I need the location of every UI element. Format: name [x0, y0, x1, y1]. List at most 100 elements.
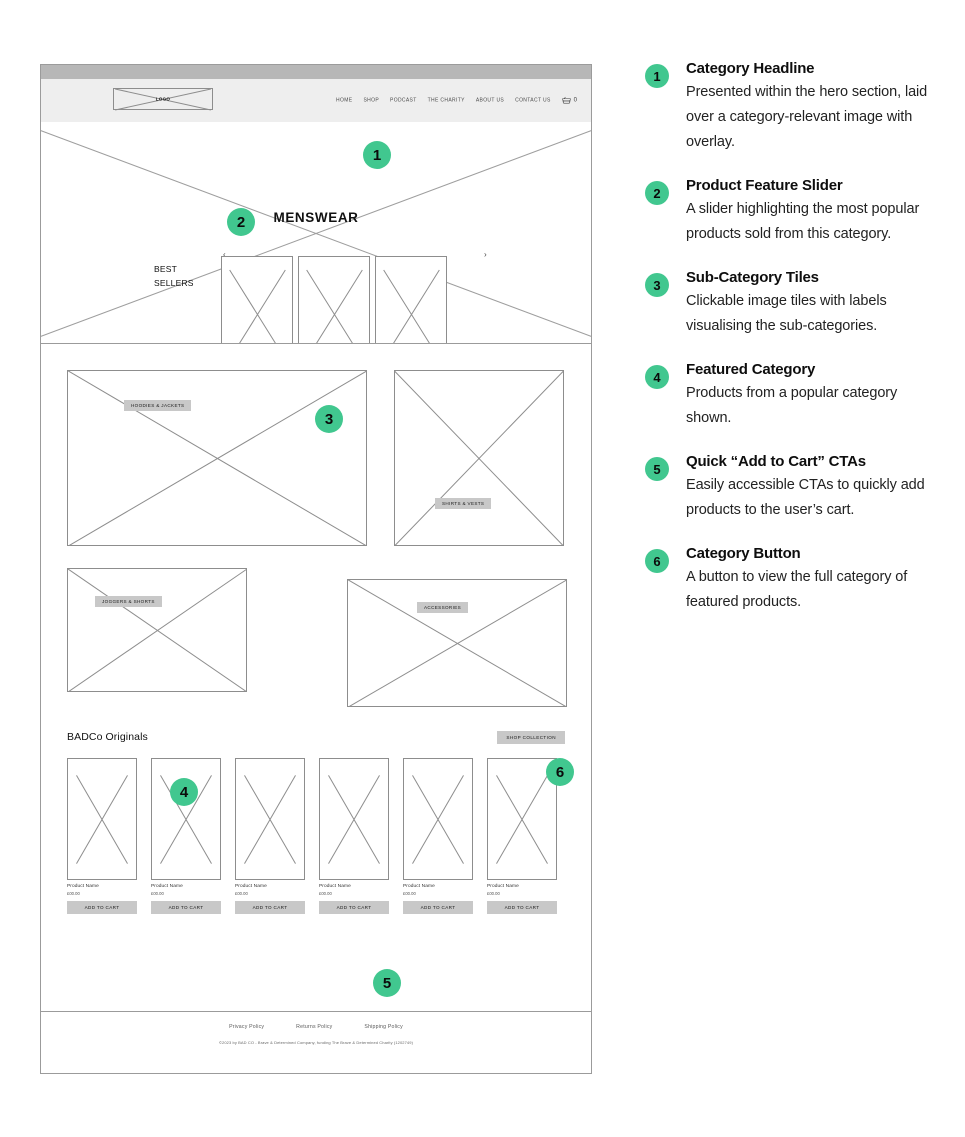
shopping-cart-icon [561, 96, 571, 104]
annotation-body-4: Products from a popular category shown. [686, 385, 898, 426]
annotation-title-5: Quick “Add to Cart” CTAs [686, 453, 866, 470]
slider-product-card[interactable]: Product Name £00.00 [298, 256, 370, 343]
product-price: £00.00 [67, 891, 80, 896]
annotation-body-1: Presented within the hero section, laid … [686, 84, 928, 150]
tile-image-placeholder [347, 579, 567, 707]
tile-label: HOODIES & JACKETS [124, 400, 192, 411]
category-headline: MENSWEAR [273, 210, 359, 225]
product-image-placeholder [375, 256, 447, 343]
tile-image-placeholder [67, 568, 247, 692]
annotation-title-3: Sub-Category Tiles [686, 269, 819, 286]
featured-product-card[interactable]: Product Name £00.00 ADD TO CART [67, 758, 137, 914]
nav-item-the-charity[interactable]: THE CHARITY [428, 98, 465, 104]
add-to-cart-button[interactable]: ADD TO CART [319, 901, 389, 914]
product-image-placeholder [319, 758, 389, 880]
callout-badge-2: 2 [227, 208, 255, 236]
product-image-placeholder [298, 256, 370, 343]
footer-link-returns-policy[interactable]: Returns Policy [296, 1024, 332, 1030]
product-price: £00.00 [235, 891, 248, 896]
annotation-body-5: Easily accessible CTAs to quickly add pr… [686, 477, 925, 518]
product-image-placeholder [235, 758, 305, 880]
nav-item-podcast[interactable]: PODCAST [390, 98, 417, 104]
annotation-item-3: 3 Sub-Category Tiles Clickable image til… [640, 269, 940, 339]
product-name: Product Name [67, 884, 99, 889]
product-image-placeholder [221, 256, 293, 343]
tile-image-placeholder [394, 370, 564, 546]
annotation-badge-5: 5 [645, 457, 669, 481]
featured-category-section: BADCo Originals SHOP COLLECTION Product … [41, 704, 591, 914]
annotation-title-4: Featured Category [686, 361, 816, 378]
product-name: Product Name [487, 884, 519, 889]
featured-product-card[interactable]: Product Name £00.00 ADD TO CART [487, 758, 557, 914]
annotation-item-6: 6 Category Button A button to view the f… [640, 545, 940, 615]
product-name: Product Name [403, 884, 435, 889]
featured-product-grid: Product Name £00.00 ADD TO CART Product … [67, 758, 565, 914]
product-image-placeholder [67, 758, 137, 880]
add-to-cart-button[interactable]: ADD TO CART [235, 901, 305, 914]
annotation-list: 1 Category Headline Presented within the… [640, 60, 940, 637]
add-to-cart-button[interactable]: ADD TO CART [487, 901, 557, 914]
product-price: £00.00 [487, 891, 500, 896]
logo-label: LOGO [155, 96, 171, 102]
annotation-item-1: 1 Category Headline Presented within the… [640, 60, 940, 155]
nav-item-home[interactable]: HOME [336, 98, 352, 104]
sub-category-tile-joggers-shorts[interactable]: JOGGERS & SHORTS [67, 568, 247, 692]
annotation-body-3: Clickable image tiles with labels visual… [686, 293, 887, 334]
product-image-placeholder [403, 758, 473, 880]
tile-image-placeholder [67, 370, 367, 546]
slider-product-card[interactable]: Product Name £00.00 [221, 256, 293, 343]
nav-item-shop[interactable]: SHOP [363, 98, 379, 104]
tile-label: SHIRTS & VESTS [435, 498, 492, 509]
annotation-title-1: Category Headline [686, 60, 815, 77]
footer-link-privacy-policy[interactable]: Privacy Policy [229, 1024, 264, 1030]
product-name: Product Name [319, 884, 351, 889]
callout-badge-4: 4 [170, 778, 198, 806]
cart-button[interactable]: 0 [561, 96, 577, 105]
annotation-body-6: A button to view the full category of fe… [686, 569, 908, 610]
add-to-cart-button[interactable]: ADD TO CART [151, 901, 221, 914]
annotation-title-6: Category Button [686, 545, 801, 562]
footer-copyright: ©2023 by BAD CO - Brave & Determined Com… [218, 1040, 414, 1045]
callout-badge-1: 1 [363, 141, 391, 169]
shop-collection-button[interactable]: SHOP COLLECTION [497, 730, 565, 744]
tile-label: JOGGERS & SHORTS [95, 596, 162, 607]
annotation-title-2: Product Feature Slider [686, 177, 843, 194]
sub-category-tiles: HOODIES & JACKETS SHIRTS & VESTS JOGGERS… [41, 344, 591, 707]
tile-label: ACCESSORIES [417, 602, 469, 613]
nav-item-contact-us[interactable]: CONTACT US [515, 98, 551, 104]
footer-links: Privacy Policy Returns Policy Shipping P… [41, 1024, 591, 1030]
callout-badge-5: 5 [373, 969, 401, 997]
slider-product-card[interactable]: Product Name £00.00 [375, 256, 447, 343]
annotation-item-2: 2 Product Feature Slider A slider highli… [640, 177, 940, 247]
sub-category-tile-hoodies-jackets[interactable]: HOODIES & JACKETS [67, 370, 367, 546]
annotation-item-4: 4 Featured Category Products from a popu… [640, 361, 940, 431]
add-to-cart-button[interactable]: ADD TO CART [403, 901, 473, 914]
site-footer: Privacy Policy Returns Policy Shipping P… [41, 1011, 591, 1073]
sub-category-tile-accessories[interactable]: ACCESSORIES [347, 579, 567, 707]
featured-product-card[interactable]: Product Name £00.00 ADD TO CART [235, 758, 305, 914]
product-name: Product Name [151, 884, 183, 889]
product-feature-slider: Product Name £00.00 Product Name £00.00 … [221, 256, 541, 343]
annotation-badge-2: 2 [645, 181, 669, 205]
annotation-item-5: 5 Quick “Add to Cart” CTAs Easily access… [640, 453, 940, 523]
annotation-badge-6: 6 [645, 549, 669, 573]
annotation-badge-3: 3 [645, 273, 669, 297]
product-price: £00.00 [151, 891, 164, 896]
logo-placeholder[interactable]: LOGO [113, 88, 213, 111]
annotation-badge-1: 1 [645, 64, 669, 88]
featured-product-card[interactable]: Product Name £00.00 ADD TO CART [403, 758, 473, 914]
featured-product-card[interactable]: Product Name £00.00 ADD TO CART [319, 758, 389, 914]
annotation-body-2: A slider highlighting the most popular p… [686, 201, 920, 242]
site-header: LOGO HOME SHOP PODCAST THE CHARITY ABOUT… [41, 79, 591, 122]
product-image-placeholder [151, 758, 221, 880]
annotation-badge-4: 4 [645, 365, 669, 389]
add-to-cart-button[interactable]: ADD TO CART [67, 901, 137, 914]
hero-section: MENSWEAR BESTSELLERS ‹ › Product Name £0… [41, 122, 591, 344]
best-sellers-label: BEST SELLERS [154, 264, 194, 288]
callout-badge-6: 6 [546, 758, 574, 786]
callout-badge-3: 3 [315, 405, 343, 433]
sub-category-tile-shirts-vests[interactable]: SHIRTS & VESTS [394, 370, 564, 546]
footer-link-shipping-policy[interactable]: Shipping Policy [364, 1024, 402, 1030]
product-price: £00.00 [403, 891, 416, 896]
nav-item-about-us[interactable]: ABOUT US [476, 98, 504, 104]
